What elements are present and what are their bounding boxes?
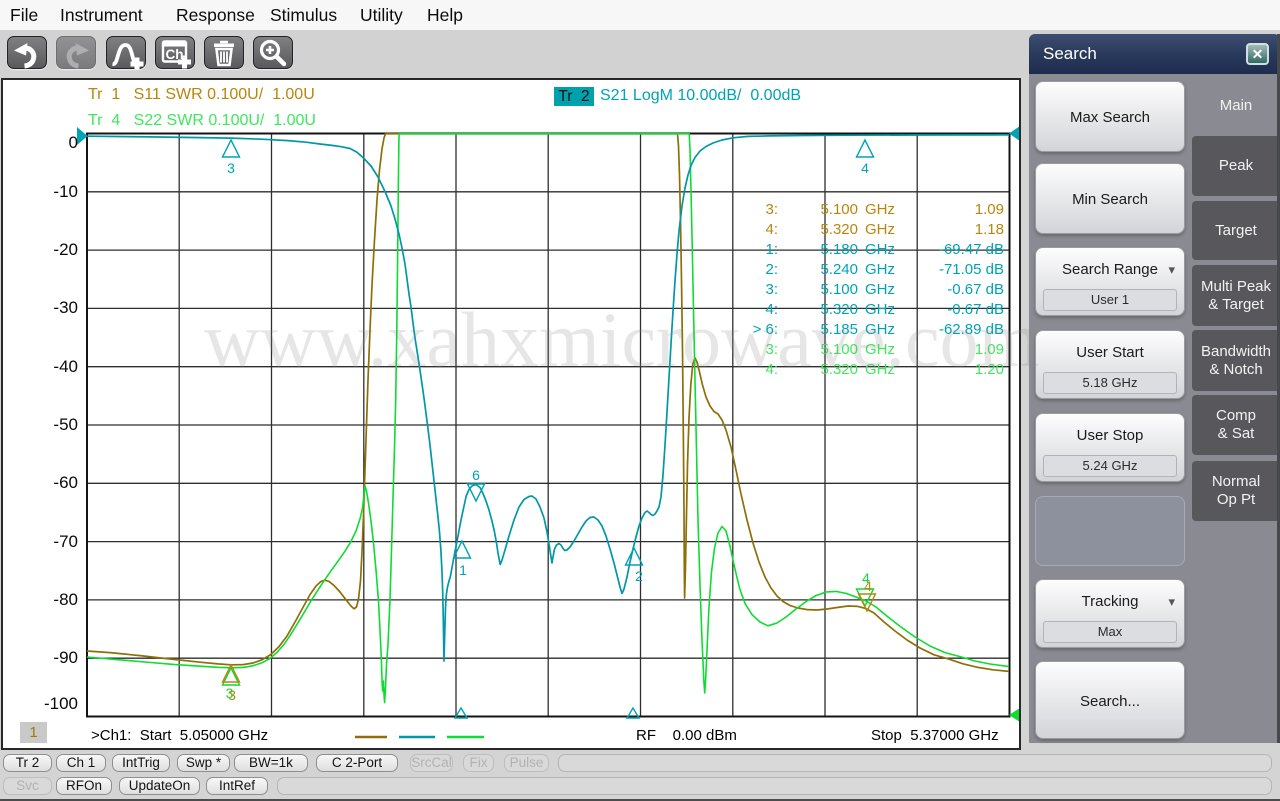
svg-text:6: 6 xyxy=(472,467,480,483)
svg-text:4: 4 xyxy=(861,160,869,176)
svg-text:3: 3 xyxy=(228,687,236,703)
svg-text:1: 1 xyxy=(459,562,467,578)
svg-text:3: 3 xyxy=(227,160,235,176)
svg-text:2: 2 xyxy=(635,568,643,584)
svg-text:4: 4 xyxy=(864,578,872,594)
